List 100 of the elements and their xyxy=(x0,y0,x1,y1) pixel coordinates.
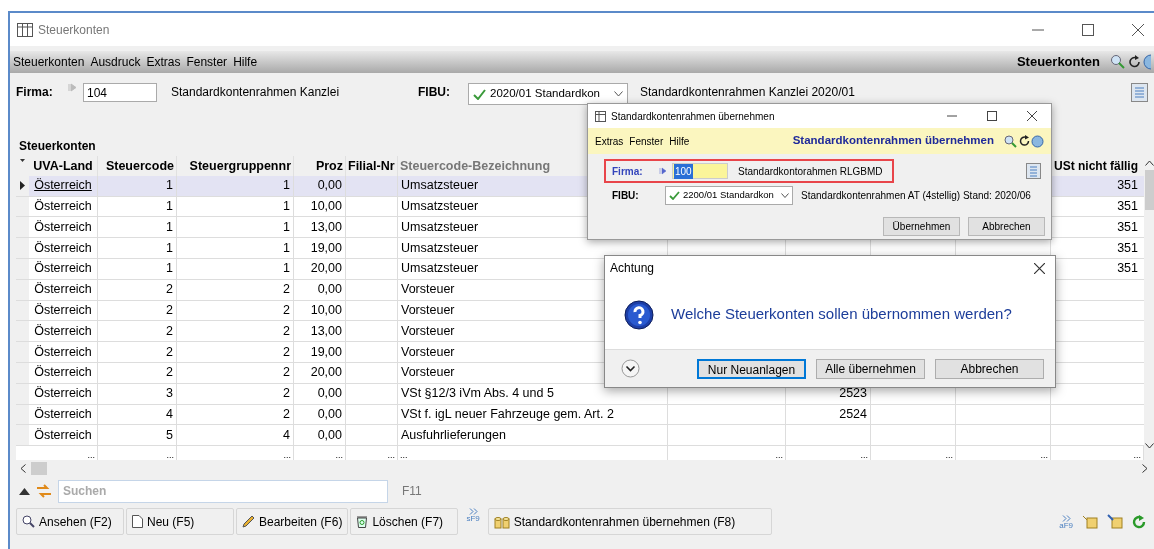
close-icon[interactable] xyxy=(1132,23,1144,36)
column-header[interactable]: Proz xyxy=(315,156,343,176)
firma-field[interactable]: 104 xyxy=(83,83,157,102)
document-icon xyxy=(132,515,143,528)
table-cell-text: 2 xyxy=(283,281,290,299)
menu-item[interactable]: Fenster xyxy=(629,133,664,149)
table-cell-text: Österreich xyxy=(34,364,92,382)
toolbar-button[interactable]: Bearbeiten (F6) xyxy=(236,508,349,535)
lookup-icon[interactable] xyxy=(659,167,666,175)
sort-icon[interactable] xyxy=(20,159,25,162)
table-cell-text: 1 xyxy=(283,218,290,236)
table-cell-text: Umsatzsteuer xyxy=(401,260,479,278)
table-cell: ... xyxy=(860,450,868,460)
swap-arrows-icon[interactable] xyxy=(36,484,52,498)
stack-icon[interactable] xyxy=(1107,514,1123,529)
table-title: Steuerkonten xyxy=(19,138,96,155)
dialog-button[interactable]: Abbrechen xyxy=(935,358,1044,379)
column-header[interactable]: Filial-Nr xyxy=(348,156,395,176)
table-cell-text: 10,00 xyxy=(310,302,342,320)
table-cell-text: 2 xyxy=(166,343,173,361)
table-cell-text: 0,00 xyxy=(317,281,342,299)
dialog-button[interactable]: Nur Neuanlagen xyxy=(697,358,806,379)
shortcut-label: sF9 xyxy=(466,515,480,522)
table-cell-text: 1 xyxy=(166,198,173,216)
table-cell-text: 10,00 xyxy=(310,198,342,216)
column-header[interactable]: USt nicht fällig xyxy=(1054,156,1138,175)
fibu-description: Standardkontenrahmen Kanzlei 2020/01 xyxy=(640,84,855,101)
scroll-up-icon[interactable] xyxy=(1144,160,1154,166)
table-cell-text: 3 xyxy=(166,385,173,403)
refresh-icon[interactable] xyxy=(1019,135,1030,147)
menu-item[interactable]: Fenster xyxy=(186,53,228,71)
scrollbar-thumb[interactable] xyxy=(31,461,47,475)
table-cell-text: 2523 xyxy=(839,385,867,403)
stack-icon[interactable] xyxy=(1082,514,1098,529)
refresh-icon[interactable] xyxy=(1128,55,1141,69)
table-cell-text: Österreich xyxy=(34,198,92,216)
menu-item[interactable]: Extras xyxy=(146,53,181,71)
firma-field[interactable]: 100 xyxy=(672,163,728,179)
close-icon[interactable] xyxy=(1034,262,1045,274)
collapse-up-icon[interactable] xyxy=(19,487,30,495)
table-cell-text: 351 xyxy=(1117,218,1138,236)
toolbar-button[interactable]: Neu (F5) xyxy=(126,508,234,535)
table-cell-text: 4 xyxy=(283,426,290,444)
table-cell-text: 1 xyxy=(283,260,290,278)
menu-item[interactable]: Hilfe xyxy=(669,133,690,149)
table-cell-text: 351 xyxy=(1117,198,1138,216)
menu-item[interactable]: Extras xyxy=(595,133,624,149)
table-icon xyxy=(595,110,606,122)
table-row[interactable]: Österreich 5 4 0,00 Ausfuhrlieferungen xyxy=(16,425,1144,447)
menu-item[interactable]: Hilfe xyxy=(233,53,258,71)
scrollbar-thumb[interactable] xyxy=(1144,170,1154,210)
help-icon[interactable] xyxy=(1031,134,1044,148)
table-cell-text: Umsatzsteuer xyxy=(401,218,479,236)
scroll-left-icon[interactable] xyxy=(20,463,26,473)
table-cell-text: 2 xyxy=(283,302,290,320)
table-cell-text: 4 xyxy=(166,406,173,424)
table-row[interactable]: Österreich 1 1 19,00 Umsatzsteuer 351 xyxy=(16,238,1144,259)
table-cell-text: 2524 xyxy=(839,406,867,424)
cylinders-icon xyxy=(493,514,510,529)
maximize-icon[interactable] xyxy=(1082,23,1094,36)
table-cell-text: 2 xyxy=(166,281,173,299)
expand-icon[interactable] xyxy=(621,359,640,378)
toolbar-button[interactable]: Löschen (F7) xyxy=(350,508,459,535)
fibu-dropdown[interactable]: 2200/01 Standardkon xyxy=(665,186,793,205)
double-chevron-icon[interactable] xyxy=(468,508,478,515)
scroll-right-icon[interactable] xyxy=(1142,463,1148,473)
fibu-dropdown[interactable]: 2020/01 Standardkon xyxy=(468,83,628,105)
table-cell-text: 13,00 xyxy=(310,322,342,340)
column-header[interactable]: Steuercode-Bezeichnung xyxy=(400,156,551,176)
maximize-icon[interactable] xyxy=(987,111,997,121)
table-cell: ... xyxy=(775,450,783,460)
table-cell-text: 2 xyxy=(283,406,290,424)
dialog-button[interactable]: Übernehmen xyxy=(883,217,960,236)
table-cell-text: 2 xyxy=(283,322,290,340)
search-icon xyxy=(22,515,35,528)
menu-item[interactable]: Steuerkonten xyxy=(13,53,85,71)
search-icon[interactable] xyxy=(1004,134,1017,148)
search-icon[interactable] xyxy=(1110,54,1126,70)
scroll-down-icon[interactable] xyxy=(1144,443,1154,449)
column-header[interactable]: UVA-Land xyxy=(33,156,93,176)
toolbar-button[interactable]: Ansehen (F2) xyxy=(16,508,124,535)
menu-item[interactable]: Ausdruck xyxy=(90,53,141,71)
list-icon[interactable] xyxy=(1026,163,1041,179)
list-icon[interactable] xyxy=(1131,83,1148,102)
dialog-title: Standardkontenrahmen übernehmen xyxy=(611,109,775,124)
toolbar-button[interactable]: Standardkontenrahmen übernehmen (F8) xyxy=(487,508,773,535)
table-cell-text: 1 xyxy=(166,260,173,278)
column-header[interactable]: Steuergruppennr xyxy=(189,156,291,176)
search-field[interactable]: Suchen xyxy=(58,479,388,503)
table-cell-text: Österreich xyxy=(34,260,92,278)
table-row[interactable]: Österreich 4 2 0,00 VSt f. igL neuer Fahrzeuge gem. Art. 2 2524 xyxy=(16,404,1144,426)
close-icon[interactable] xyxy=(1027,111,1037,121)
column-header[interactable]: Steuercode xyxy=(105,156,174,176)
table-cell-text: Österreich xyxy=(34,218,92,236)
table-cell: ... xyxy=(335,450,343,460)
dialog-button[interactable]: Abbrechen xyxy=(968,217,1045,236)
table-cell-text: Umsatzsteuer xyxy=(401,177,479,195)
double-chevron-icon[interactable] xyxy=(1061,514,1071,522)
dialog-button[interactable]: Alle übernehmen xyxy=(816,358,925,379)
table-cell-text: 351 xyxy=(1117,260,1138,278)
